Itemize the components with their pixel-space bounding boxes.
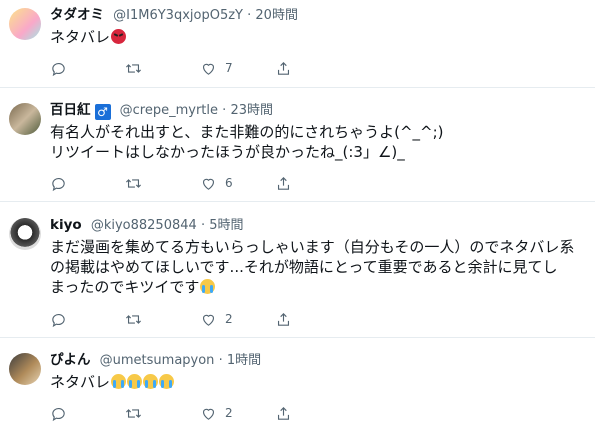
like-button[interactable]: 6: [200, 173, 233, 193]
avatar[interactable]: [9, 353, 41, 385]
timestamp[interactable]: 20時間: [255, 8, 298, 23]
like-count: 2: [225, 312, 233, 326]
like-button[interactable]: 7: [200, 58, 233, 78]
share-button[interactable]: [275, 173, 292, 193]
crying-face-emoji-icon: [159, 374, 175, 389]
like-count: 6: [225, 176, 233, 190]
retweet-icon: [126, 63, 141, 73]
tweet-text: 有名人がそれ出すと、また非難の的にされちゃうよ(^_^;) リツイートはしなかっ…: [50, 122, 585, 162]
tweet-line: 有名人がそれ出すと、また非難の的にされちゃうよ(^_^;): [50, 123, 444, 141]
reply-button[interactable]: [50, 403, 67, 423]
retweet-button[interactable]: [125, 173, 142, 193]
avatar[interactable]: [9, 218, 41, 250]
user-handle[interactable]: @umetsumapyon: [100, 353, 215, 368]
tweet-line: ネタバレ: [50, 373, 111, 391]
angry-face-emoji-icon: [111, 29, 127, 44]
retweet-button[interactable]: [125, 309, 142, 329]
timestamp[interactable]: 23時間: [230, 103, 273, 118]
reply-button[interactable]: [50, 309, 67, 329]
like-icon: [202, 314, 215, 326]
like-button[interactable]: 2: [200, 403, 233, 423]
tweet-actions: 6: [50, 173, 310, 193]
share-icon: [277, 61, 290, 75]
like-icon: [202, 408, 215, 420]
separator: ·: [218, 353, 223, 368]
reply-button[interactable]: [50, 58, 67, 78]
retweet-icon: [126, 408, 141, 418]
tweet-text: ネタバレ: [50, 372, 585, 392]
share-icon: [277, 312, 290, 326]
gender-badge: ♂: [94, 104, 111, 120]
avatar[interactable]: [9, 103, 41, 135]
tweet[interactable]: ぴよん @umetsumapyon · 1時間 ネタバレ 2: [0, 345, 595, 433]
share-icon: [277, 406, 290, 420]
separator: ·: [247, 8, 252, 23]
display-name[interactable]: 百日紅: [50, 102, 91, 118]
separator: ·: [222, 103, 227, 118]
user-handle[interactable]: @kiyo88250844: [91, 218, 197, 233]
tweet-actions: 2: [50, 309, 310, 329]
like-count: 2: [225, 406, 233, 420]
share-button[interactable]: [275, 58, 292, 78]
tweet[interactable]: kiyo @kiyo88250844 · 5時間 まだ漫画を集めてる方もいらっし…: [0, 210, 595, 338]
retweet-button[interactable]: [125, 403, 142, 423]
reply-feed: タダオミ @I1M6Y3qxjopO5zY · 20時間 ネタバレ 7 百日紅 …: [0, 0, 595, 433]
tweet-header: 百日紅 ♂ @crepe_myrtle · 23時間: [50, 101, 273, 120]
display-name[interactable]: ぴよん: [50, 352, 91, 368]
crying-face-emoji-icon: [143, 374, 159, 389]
user-handle[interactable]: @crepe_myrtle: [120, 103, 218, 118]
user-handle[interactable]: @I1M6Y3qxjopO5zY: [113, 8, 243, 23]
reply-button[interactable]: [50, 173, 67, 193]
like-icon: [202, 178, 215, 190]
tweet-header: ぴよん @umetsumapyon · 1時間: [50, 351, 261, 370]
retweet-icon: [126, 178, 141, 188]
tweet-line: リツイートはしなかったほうが良かったね_(:3」∠)_: [50, 143, 405, 161]
reply-icon: [52, 62, 65, 76]
tweet-line: ネタバレ: [50, 28, 111, 46]
display-name[interactable]: タダオミ: [50, 7, 104, 23]
tweet-header: kiyo @kiyo88250844 · 5時間: [50, 216, 244, 235]
tweet[interactable]: タダオミ @I1M6Y3qxjopO5zY · 20時間 ネタバレ 7: [0, 0, 595, 88]
share-button[interactable]: [275, 309, 292, 329]
retweet-button[interactable]: [125, 58, 142, 78]
crying-face-emoji-icon: [111, 374, 127, 389]
reply-icon: [52, 177, 65, 191]
tweet-header: タダオミ @I1M6Y3qxjopO5zY · 20時間: [50, 6, 298, 25]
retweet-icon: [126, 314, 141, 324]
share-icon: [277, 176, 290, 190]
avatar[interactable]: [9, 8, 41, 40]
separator: ·: [200, 218, 206, 233]
tweet-line: まったのでキツイです: [50, 278, 200, 296]
tweet-text: ネタバレ: [50, 27, 585, 47]
reply-icon: [52, 313, 65, 327]
tweet-actions: 7: [50, 58, 310, 78]
timestamp[interactable]: 1時間: [227, 353, 261, 368]
tweet-line: まだ漫画を集めてる方もいらっしゃいます（自分もその一人）のでネタバレ系: [50, 238, 575, 256]
tweet-actions: 2: [50, 403, 310, 423]
like-button[interactable]: 2: [200, 309, 233, 329]
tweet-line: の掲載はやめてほしいです...それが物語にとって重要であると余計に見てし: [50, 258, 558, 276]
reply-icon: [52, 407, 65, 421]
like-count: 7: [225, 61, 233, 75]
share-button[interactable]: [275, 403, 292, 423]
crying-face-emoji-icon: [127, 374, 143, 389]
display-name[interactable]: kiyo: [50, 217, 82, 233]
timestamp[interactable]: 5時間: [209, 218, 243, 233]
tweet-text: まだ漫画を集めてる方もいらっしゃいます（自分もその一人）のでネタバレ系 の掲載は…: [50, 237, 585, 297]
tweet[interactable]: 百日紅 ♂ @crepe_myrtle · 23時間 有名人がそれ出すと、また非難…: [0, 95, 595, 202]
crying-face-emoji-icon: [200, 279, 216, 294]
like-icon: [202, 63, 215, 75]
